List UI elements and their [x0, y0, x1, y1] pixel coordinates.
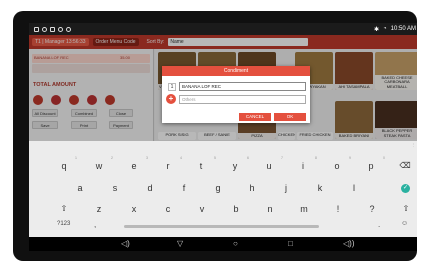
clock: 10:50 AM: [390, 26, 416, 32]
app-icon: [34, 26, 39, 32]
tablet-frame: ✱ ◔ 10:50 AM T1 | Manager 13:56:33 Order…: [13, 11, 417, 261]
key-v[interactable]: v: [194, 204, 210, 214]
key-i[interactable]: i: [295, 161, 311, 171]
key-hint: 9: [349, 156, 351, 160]
shift-icon[interactable]: ⇧: [398, 204, 414, 213]
symbols-key[interactable]: ?123: [57, 221, 70, 227]
bluetooth-icon: ✱: [373, 26, 380, 33]
key-hint: 6: [247, 156, 249, 160]
soft-keyboard: ⋮ 1 2 3 4 5 6 7 8 9 0 q w e r t y u i o …: [29, 141, 417, 237]
key-hint: 4: [180, 156, 182, 160]
key-exclamation[interactable]: !: [330, 204, 346, 214]
key-y[interactable]: y: [227, 161, 243, 171]
others-input[interactable]: Others: [179, 95, 306, 104]
volume-down-icon[interactable]: ◁): [121, 239, 130, 249]
key-c[interactable]: c: [160, 204, 176, 214]
key-w[interactable]: w: [91, 161, 107, 171]
key-hint: 0: [383, 156, 385, 160]
ok-button[interactable]: OK: [274, 113, 306, 121]
key-question[interactable]: ?: [364, 204, 380, 214]
key-q[interactable]: q: [56, 161, 72, 171]
home-icon[interactable]: ○: [233, 239, 238, 249]
key-hint: 2: [111, 156, 113, 160]
key-r[interactable]: r: [160, 161, 176, 171]
shift-icon[interactable]: ⇧: [56, 204, 72, 213]
sync-icon: [66, 26, 71, 32]
key-s[interactable]: s: [107, 183, 123, 193]
volume-up-icon[interactable]: ◁)): [343, 239, 354, 249]
key-t[interactable]: t: [193, 161, 209, 171]
key-u[interactable]: u: [261, 161, 277, 171]
screen: ✱ ◔ 10:50 AM T1 | Manager 13:56:33 Order…: [29, 23, 417, 251]
status-bar: ✱ ◔ 10:50 AM: [29, 23, 417, 35]
key-period[interactable]: .: [378, 220, 380, 229]
key-k[interactable]: k: [312, 183, 328, 193]
space-bar[interactable]: [124, 225, 319, 228]
wifi-icon: ◔: [383, 26, 387, 32]
key-o[interactable]: o: [329, 161, 345, 171]
key-hint: 3: [146, 156, 148, 160]
dialog-title: Condiment: [162, 66, 310, 76]
recents-icon[interactable]: □: [288, 239, 293, 249]
back-icon[interactable]: ▽: [177, 239, 183, 249]
navigation-bar: ◁) ▽ ○ □ ◁)): [29, 237, 417, 251]
key-comma[interactable]: ,: [94, 220, 96, 229]
key-hint: 5: [214, 156, 216, 160]
key-d[interactable]: d: [142, 183, 158, 193]
add-icon[interactable]: +: [166, 94, 176, 104]
condiment-dialog: Condiment 1 BANANA LOF REC + Others CANC…: [162, 66, 310, 123]
condiment-input[interactable]: BANANA LOF REC: [179, 82, 306, 91]
key-e[interactable]: e: [126, 161, 142, 171]
key-z[interactable]: z: [91, 204, 107, 214]
image-icon: [50, 26, 55, 32]
key-l[interactable]: l: [346, 183, 362, 193]
sync-icon: [58, 26, 63, 32]
quantity-field[interactable]: 1: [168, 83, 176, 91]
key-n[interactable]: n: [262, 204, 278, 214]
key-a[interactable]: a: [72, 183, 88, 193]
enter-icon[interactable]: ✓: [401, 184, 410, 193]
key-hint: 7: [281, 156, 283, 160]
more-icon[interactable]: ⋮: [412, 143, 416, 147]
key-x[interactable]: x: [126, 204, 142, 214]
notification-icon: [42, 26, 47, 32]
key-m[interactable]: m: [296, 204, 312, 214]
key-hint: 8: [315, 156, 317, 160]
key-g[interactable]: g: [210, 183, 226, 193]
key-f[interactable]: f: [176, 183, 192, 193]
key-h[interactable]: h: [244, 183, 260, 193]
key-hint: 1: [75, 156, 77, 160]
key-p[interactable]: p: [363, 161, 379, 171]
emoji-icon[interactable]: ☺: [401, 220, 408, 227]
cancel-button[interactable]: CANCEL: [239, 113, 271, 121]
backspace-icon[interactable]: ⌫: [397, 161, 413, 170]
key-j[interactable]: j: [278, 183, 294, 193]
key-b[interactable]: b: [228, 204, 244, 214]
